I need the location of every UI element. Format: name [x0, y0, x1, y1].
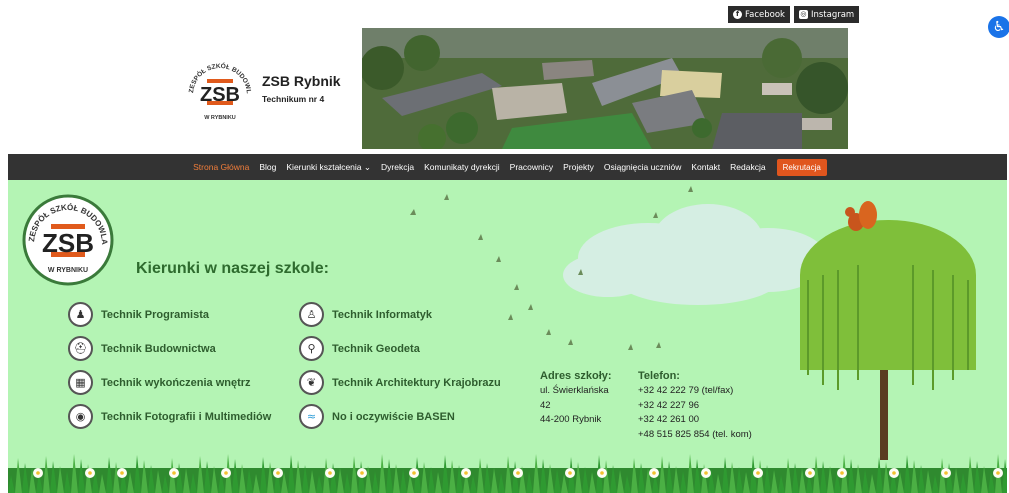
school-aerial-photo — [362, 28, 848, 149]
course-construction[interactable]: ⛑ Technik Budownictwa — [68, 336, 216, 361]
social-links: f Facebook ◎ Instagram — [728, 6, 860, 23]
course-label: Technik wykończenia wnętrz — [101, 376, 251, 389]
facebook-label: Facebook — [745, 9, 785, 20]
nav-announcements[interactable]: Komunikaty dyrekcji — [419, 162, 505, 172]
recruitment-button[interactable]: Rekrutacja — [776, 158, 827, 176]
nav-courses[interactable]: Kierunki kształcenia ⌄ — [281, 162, 376, 173]
instagram-icon: ◎ — [798, 10, 808, 19]
hero-school-logo: ZESPÓŁ SZKÓŁ BUDOWLANYCH ZSB W RYBNIKU — [22, 194, 114, 286]
camera-icon: ◉ — [68, 404, 93, 429]
courses-heading: Kierunki w naszej szkole: — [136, 260, 329, 277]
course-label: Technik Geodeta — [332, 342, 420, 355]
it-icon: ♙ — [299, 302, 324, 327]
instagram-link[interactable]: ◎ Instagram — [793, 6, 860, 23]
main-nav: Strona Główna Blog Kierunki kształcenia … — [8, 154, 1007, 180]
nav-home[interactable]: Strona Główna — [188, 162, 254, 172]
interior-icon: ▦ — [68, 370, 93, 395]
hero-section: ZESPÓŁ SZKÓŁ BUDOWLANYCH ZSB W RYBNIKU K… — [8, 180, 1007, 493]
course-label: No i oczywiście BASEN — [332, 410, 455, 423]
page: f Facebook ◎ Instagram ♿ ZESPÓŁ SZKÓŁ BUDO… — [0, 0, 1009, 493]
nav-achievements[interactable]: Osiągnięcia uczniów — [599, 162, 686, 172]
course-label: Technik Fotografii i Multimediów — [101, 410, 272, 423]
brand-title[interactable]: ZSB Rybnik — [262, 73, 341, 89]
leaf-icon: ❦ — [299, 370, 324, 395]
course-label: Technik Budownictwa — [101, 342, 216, 355]
nav-blog[interactable]: Blog — [254, 162, 281, 172]
nav-staff[interactable]: Pracownicy — [505, 162, 558, 172]
grass-decoration — [8, 454, 1007, 493]
course-pool[interactable]: ≈ No i oczywiście BASEN — [299, 404, 455, 429]
squirrel-icon — [845, 201, 877, 231]
course-label: Technik Architektury Krajobrazu — [332, 376, 501, 389]
accessibility-icon[interactable]: ♿ — [988, 16, 1009, 38]
phone-line[interactable]: +48 515 825 854 (tel. kom) — [638, 428, 752, 443]
address-line: 44-200 Rybnik — [540, 414, 602, 425]
hero-logo-city-text: W RYBNIKU — [48, 267, 88, 274]
address-block: ul. Świerklańska 42 44-200 Rybnik — [540, 384, 609, 428]
pool-icon: ≈ — [299, 404, 324, 429]
phone-line[interactable]: +32 42 222 79 (tel/fax) — [638, 384, 752, 399]
phone-heading: Telefon: — [638, 370, 680, 382]
instagram-label: Instagram — [810, 9, 855, 20]
course-geodesy[interactable]: ⚲ Technik Geodeta — [299, 336, 420, 361]
helmet-icon: ⛑ — [68, 336, 93, 361]
phone-block: +32 42 222 79 (tel/fax) +32 42 227 96 +3… — [638, 384, 752, 442]
address-line: 42 — [540, 399, 551, 411]
course-photography[interactable]: ◉ Technik Fotografii i Multimediów — [68, 404, 271, 429]
facebook-link[interactable]: f Facebook — [728, 6, 790, 23]
course-it[interactable]: ♙ Technik Informatyk — [299, 302, 432, 327]
nav-editorial[interactable]: Redakcja — [725, 162, 770, 172]
course-label: Technik Informatyk — [332, 308, 433, 321]
nav-management[interactable]: Dyrekcja — [376, 162, 419, 172]
brand-subtitle: Technikum nr 4 — [262, 94, 325, 104]
logo-letters: ZSB — [200, 84, 240, 106]
geodesy-icon: ⚲ — [299, 336, 324, 361]
programmer-icon: ♟ — [68, 302, 93, 327]
hero-logo-letters: ZSB — [42, 228, 94, 258]
address-heading: Adres szkoły: — [540, 370, 612, 382]
phone-line[interactable]: +32 42 227 96 — [638, 399, 752, 414]
course-landscape[interactable]: ❦ Technik Architektury Krajobrazu — [299, 370, 501, 395]
school-logo[interactable]: ZESPÓŁ SZKÓŁ BUDOWLANYCH ZSB W RYBNIKU — [183, 55, 257, 129]
nav-projects[interactable]: Projekty — [558, 162, 599, 172]
logo-city-text: W RYBNIKU — [204, 115, 236, 121]
course-label: Technik Programista — [101, 308, 209, 321]
course-interior[interactable]: ▦ Technik wykończenia wnętrz — [68, 370, 251, 395]
phone-line[interactable]: +32 42 261 00 — [638, 413, 752, 428]
nav-contact[interactable]: Kontakt — [686, 162, 725, 172]
course-programmer[interactable]: ♟ Technik Programista — [68, 302, 209, 327]
address-line: ul. Świerklańska — [540, 385, 609, 396]
facebook-icon: f — [733, 10, 742, 19]
